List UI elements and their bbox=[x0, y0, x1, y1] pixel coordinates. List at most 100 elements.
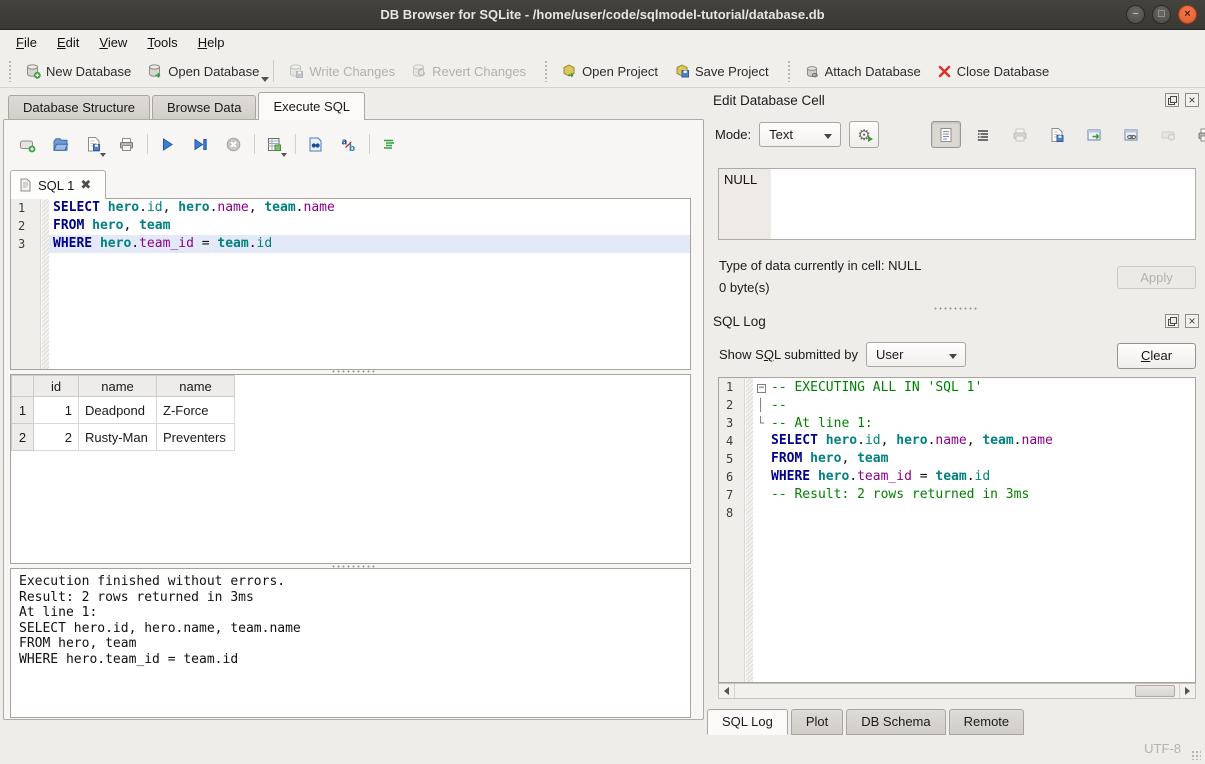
scroll-right-icon[interactable] bbox=[1179, 684, 1195, 698]
sql-log-filter-select[interactable]: User bbox=[866, 342, 966, 367]
open-project-icon bbox=[561, 63, 577, 79]
results-column-header[interactable]: name bbox=[79, 376, 157, 397]
close-panel-icon[interactable]: × bbox=[1185, 93, 1199, 107]
set-null-icon bbox=[1160, 127, 1176, 143]
results-table[interactable]: id name name 11DeadpondZ-Force22Rusty-Ma… bbox=[11, 375, 235, 451]
cell-value-editor[interactable]: NULL bbox=[718, 168, 1196, 240]
new-database-button[interactable]: New Database bbox=[17, 59, 139, 83]
attach-database-icon bbox=[804, 63, 820, 79]
open-in-app-icon bbox=[1086, 127, 1102, 143]
sql-document-tab[interactable]: SQL 1 ✖ bbox=[10, 170, 106, 199]
sql-log-title: SQL Log bbox=[713, 314, 766, 329]
toolbar-drag-handle[interactable] bbox=[8, 60, 13, 82]
tab-plot[interactable]: Plot bbox=[791, 709, 843, 735]
save-project-icon bbox=[674, 63, 690, 79]
print-cell-button[interactable] bbox=[1190, 121, 1205, 148]
minimize-icon[interactable]: − bbox=[1126, 5, 1145, 24]
new-sql-tab-button[interactable] bbox=[14, 131, 40, 157]
tab-remote[interactable]: Remote bbox=[949, 709, 1025, 735]
copy-link-button[interactable] bbox=[1116, 121, 1146, 148]
menu-tools[interactable]: Tools bbox=[137, 32, 187, 53]
text-mode-icon bbox=[938, 127, 954, 143]
splitter-grip[interactable] bbox=[933, 307, 979, 310]
execute-line-button[interactable] bbox=[187, 131, 213, 157]
toolbar-drag-handle[interactable] bbox=[544, 60, 549, 82]
save-sql-dropdown-icon[interactable] bbox=[100, 153, 106, 157]
table-cell[interactable]: 1 bbox=[34, 397, 79, 424]
toolbar-drag-handle[interactable] bbox=[787, 60, 792, 82]
close-database-button[interactable]: Close Database bbox=[929, 60, 1058, 83]
close-sql-tab-icon[interactable]: ✖ bbox=[80, 177, 91, 193]
export-results-button[interactable] bbox=[261, 131, 287, 157]
menu-view[interactable]: View bbox=[89, 32, 137, 53]
table-cell[interactable]: Z-Force bbox=[157, 397, 235, 424]
mode-select[interactable]: Text bbox=[759, 122, 841, 147]
menu-file[interactable]: File bbox=[6, 32, 47, 53]
sql-toolbar-separator bbox=[369, 134, 370, 154]
execute-line-icon bbox=[192, 136, 209, 153]
sql-document-icon bbox=[19, 178, 32, 192]
open-database-dropdown-icon[interactable] bbox=[261, 77, 269, 82]
maximize-icon[interactable]: □ bbox=[1152, 5, 1171, 24]
save-project-button[interactable]: Save Project bbox=[666, 59, 777, 83]
execute-all-icon bbox=[159, 136, 176, 153]
close-icon[interactable]: × bbox=[1178, 5, 1197, 24]
horizontal-scrollbar[interactable] bbox=[718, 683, 1196, 699]
float-panel-icon[interactable] bbox=[1165, 93, 1179, 107]
main-area: Database Structure Browse Data Execute S… bbox=[0, 88, 1205, 764]
tab-execute-sql[interactable]: Execute SQL bbox=[258, 92, 365, 120]
export-results-icon bbox=[266, 136, 283, 153]
print-cell-icon bbox=[1197, 127, 1205, 143]
print-button[interactable] bbox=[113, 131, 139, 157]
format-sql-button[interactable] bbox=[376, 131, 402, 157]
word-wrap-icon bbox=[975, 127, 991, 143]
tab-sql-log[interactable]: SQL Log bbox=[707, 709, 788, 735]
scrollbar-thumb[interactable] bbox=[1135, 685, 1175, 697]
export-cell-button[interactable] bbox=[1042, 121, 1072, 148]
open-sql-file-button[interactable] bbox=[47, 131, 73, 157]
table-cell[interactable]: Deadpond bbox=[79, 397, 157, 424]
sql-log-view[interactable]: 12345678 −-- EXECUTING ALL IN 'SQL 1'│--… bbox=[718, 377, 1196, 683]
text-mode-button[interactable] bbox=[931, 121, 961, 148]
sql-editor[interactable]: 123 SELECT hero.id, hero.name, team.name… bbox=[10, 198, 691, 370]
export-cell-icon bbox=[1049, 127, 1065, 143]
open-database-icon bbox=[147, 63, 163, 79]
clear-button[interactable]: Clear bbox=[1117, 343, 1196, 369]
table-cell[interactable]: 2 bbox=[34, 424, 79, 451]
word-wrap-button[interactable] bbox=[968, 121, 998, 148]
table-row[interactable]: 11DeadpondZ-Force bbox=[12, 397, 235, 424]
open-in-app-button[interactable] bbox=[1079, 121, 1109, 148]
find-replace-button[interactable]: ab bbox=[335, 131, 361, 157]
execution-log[interactable]: Execution finished without errors. Resul… bbox=[10, 568, 691, 718]
tab-db-schema[interactable]: DB Schema bbox=[846, 709, 945, 735]
editor-line-numbers: 123 bbox=[11, 199, 41, 369]
attach-database-button[interactable]: Attach Database bbox=[796, 59, 929, 83]
scroll-left-icon[interactable] bbox=[719, 684, 735, 698]
open-database-button[interactable]: Open Database bbox=[139, 59, 267, 83]
auto-switch-mode-button[interactable]: ⚙ bbox=[849, 121, 879, 148]
menu-help[interactable]: Help bbox=[188, 32, 235, 53]
editor-code[interactable]: SELECT hero.id, hero.name, team.nameFROM… bbox=[49, 199, 690, 253]
float-panel-icon[interactable] bbox=[1165, 314, 1179, 328]
sql-log-code[interactable]: −-- EXECUTING ALL IN 'SQL 1'│--└-- At li… bbox=[753, 378, 1195, 522]
right-pane: Edit Database Cell × Mode: Text ⚙ NULL T… bbox=[707, 88, 1205, 764]
results-column-header[interactable]: name bbox=[157, 376, 235, 397]
tab-browse-data[interactable]: Browse Data bbox=[152, 95, 256, 120]
open-sql-file-icon bbox=[52, 136, 69, 153]
results-column-header[interactable]: id bbox=[34, 376, 79, 397]
open-project-button[interactable]: Open Project bbox=[553, 59, 666, 83]
menu-edit[interactable]: Edit bbox=[47, 32, 89, 53]
export-dropdown-icon[interactable] bbox=[281, 153, 287, 157]
resize-grip[interactable] bbox=[1191, 750, 1201, 760]
table-cell[interactable]: Rusty-Man bbox=[79, 424, 157, 451]
results-grid[interactable]: id name name 11DeadpondZ-Force22Rusty-Ma… bbox=[10, 374, 691, 564]
table-cell[interactable]: Preventers bbox=[157, 424, 235, 451]
results-corner-header[interactable] bbox=[12, 376, 34, 397]
close-panel-icon[interactable]: × bbox=[1185, 314, 1199, 328]
splitter-grip[interactable] bbox=[331, 370, 377, 373]
save-sql-file-button[interactable] bbox=[80, 131, 106, 157]
execute-all-button[interactable] bbox=[154, 131, 180, 157]
table-row[interactable]: 22Rusty-ManPreventers bbox=[12, 424, 235, 451]
find-button[interactable] bbox=[302, 131, 328, 157]
tab-database-structure[interactable]: Database Structure bbox=[8, 95, 150, 120]
